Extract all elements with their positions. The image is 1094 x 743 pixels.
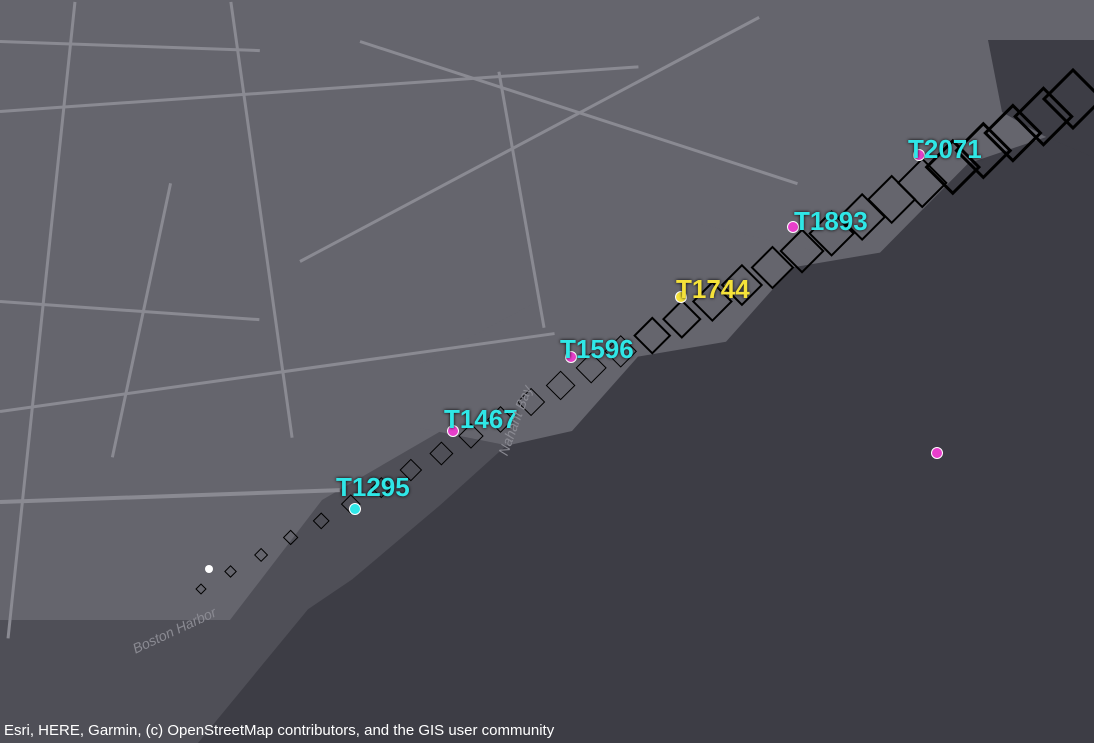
point-marker [349,503,361,515]
attribution-text: Esri, HERE, Garmin, (c) OpenStreetMap co… [4,722,554,739]
map-viewport[interactable]: T1295T1467T1596T1744T1893T2071 Nahant Ba… [0,0,1094,743]
track-label-T1893: T1893 [794,206,868,237]
track-label-T1295: T1295 [336,472,410,503]
diamond-marker [312,512,330,530]
track-label-T1596: T1596 [560,334,634,365]
diamond-marker [429,441,453,465]
track-label-T2071: T2071 [908,134,982,165]
point-marker [931,447,943,459]
point-marker [205,565,213,573]
track-label-T1744: T1744 [676,274,750,305]
